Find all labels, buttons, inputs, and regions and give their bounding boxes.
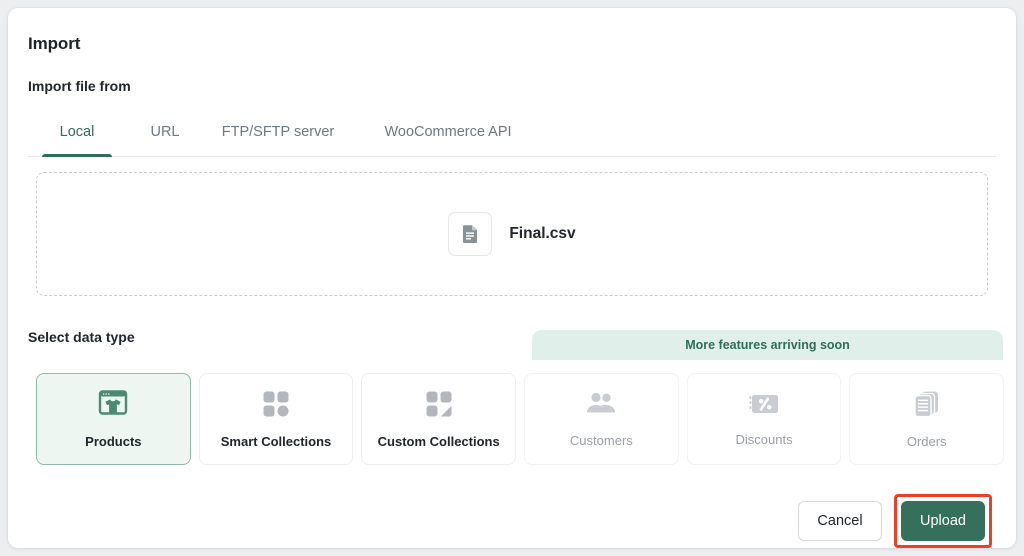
tab-ftp-sftp-server-label: FTP/SFTP server — [221, 124, 335, 140]
data-type-card-custom-collections[interactable]: Custom Collections — [361, 373, 517, 465]
upload-button[interactable]: Upload — [901, 501, 985, 541]
dialog-footer: Cancel Upload — [798, 494, 992, 548]
orders-documents-icon — [913, 390, 941, 423]
data-type-card-grid: Products Smart Collections Custom Collec… — [36, 373, 1005, 465]
data-type-card-customers: Customers — [524, 373, 679, 465]
data-type-card-products-label: Products — [85, 433, 142, 449]
import-source-tabs: Local URL FTP/SFTP server WooCommerce AP… — [28, 113, 996, 157]
product-window-shirt-icon — [98, 389, 128, 423]
data-type-card-smart-collections-label: Smart Collections — [220, 433, 332, 449]
smart-collections-grid-icon — [262, 390, 290, 423]
upload-button-annotation: Upload — [894, 494, 992, 548]
customers-people-icon — [585, 391, 617, 422]
import-dialog: Import Import file from Local URL FTP/SF… — [8, 8, 1016, 548]
data-type-card-products[interactable]: Products — [36, 373, 191, 465]
data-type-card-orders: Orders — [849, 373, 1005, 465]
coming-soon-banner: More features arriving soon — [532, 330, 1003, 360]
cancel-button[interactable]: Cancel — [798, 501, 882, 541]
file-document-icon — [448, 212, 493, 256]
selected-file: Final.csv — [37, 212, 987, 256]
import-source-label: Import file from — [28, 78, 131, 94]
data-type-card-custom-collections-label: Custom Collections — [377, 433, 500, 449]
data-type-card-customers-label: Customers — [569, 432, 633, 448]
tab-active-underline — [42, 154, 112, 157]
custom-collections-grid-icon — [425, 390, 453, 423]
tab-url[interactable]: URL — [140, 113, 190, 157]
tab-ftp-sftp-server[interactable]: FTP/SFTP server — [208, 113, 348, 157]
tab-local-label: Local — [59, 124, 95, 140]
data-type-card-smart-collections[interactable]: Smart Collections — [198, 373, 354, 465]
select-data-type-label: Select data type — [28, 329, 135, 345]
data-type-card-discounts-label: Discounts — [735, 431, 793, 447]
tab-url-label: URL — [150, 124, 180, 140]
data-type-card-orders-label: Orders — [906, 433, 947, 449]
coming-soon-banner-label: More features arriving soon — [685, 338, 850, 352]
page-title: Import — [28, 34, 81, 53]
data-type-card-discounts: Discounts — [686, 373, 842, 465]
discount-percent-tag-icon — [748, 392, 780, 421]
file-name: Final.csv — [509, 225, 576, 242]
tab-woocommerce-api-label: WooCommerce API — [384, 124, 512, 140]
tab-woocommerce-api[interactable]: WooCommerce API — [368, 113, 528, 157]
tab-local[interactable]: Local — [42, 113, 112, 157]
file-dropzone[interactable]: Final.csv — [36, 172, 988, 296]
